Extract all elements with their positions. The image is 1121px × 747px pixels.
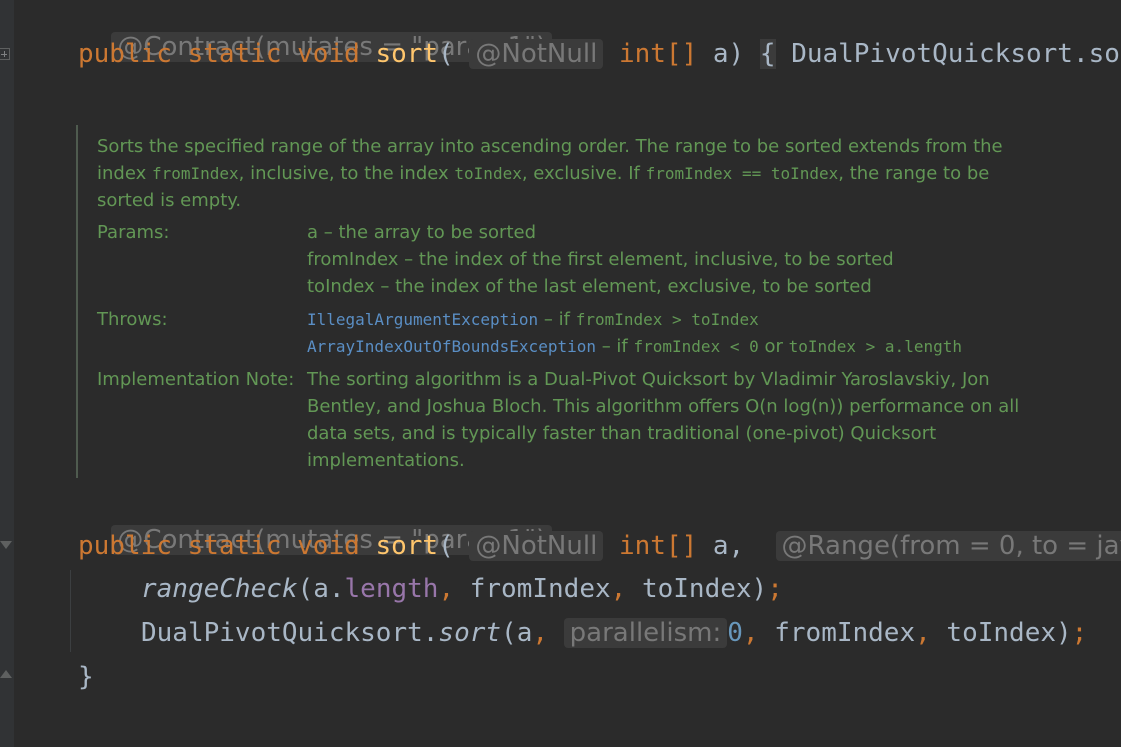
doc-throws-1: IllegalArgumentException – if fromIndex … xyxy=(307,309,759,330)
indent-guide xyxy=(70,570,71,652)
param-name: a) xyxy=(712,39,745,69)
doc-code: fromIndex == toIndex xyxy=(645,164,839,183)
field-length: length xyxy=(344,574,439,604)
editor-gutter xyxy=(0,0,14,747)
paren-open: ( xyxy=(438,39,454,69)
paren-open: ( xyxy=(438,531,454,561)
inlay-hint-notnull: @NotNull xyxy=(469,39,604,69)
folded-body[interactable]: DualPivotQuicksort.so xyxy=(791,39,1120,69)
doc-impl-note-label: Implementation Note: xyxy=(97,369,295,390)
folded-brace[interactable]: { xyxy=(759,39,776,69)
inlay-hint-parallelism: parallelism: xyxy=(563,618,728,648)
method-name[interactable]: sort xyxy=(375,39,438,69)
doc-params-label: Params: xyxy=(97,222,170,243)
doc-throws-label: Throws: xyxy=(97,309,168,330)
param-type: int[] xyxy=(618,39,698,69)
method-name[interactable]: sort xyxy=(375,531,438,561)
keyword-static: static xyxy=(187,39,282,69)
doc-code: toIndex > a.length xyxy=(788,337,962,356)
param-name: a, xyxy=(712,531,745,561)
keyword-public: public xyxy=(78,531,172,561)
fold-end-icon[interactable] xyxy=(0,668,12,678)
method-call-rangecheck[interactable]: rangeCheck xyxy=(141,574,298,604)
keyword-void: void xyxy=(297,531,360,561)
method-call-sort[interactable]: sort xyxy=(438,618,501,648)
fold-collapse-icon[interactable] xyxy=(0,541,12,551)
number-literal: 0 xyxy=(727,618,743,648)
code-line-quicksort-call[interactable]: DualPivotQuicksort.sort(a, parallelism: 0… xyxy=(141,616,1087,650)
param-type: int[] xyxy=(618,531,698,561)
doc-param-toindex: toIndex – the index of the last element,… xyxy=(307,276,872,297)
doc-summary: Sorts the specified range of the array i… xyxy=(97,136,1003,211)
keyword-public: public xyxy=(78,39,172,69)
doc-code: fromIndex xyxy=(151,164,239,183)
doc-code: fromIndex > toIndex xyxy=(575,310,759,329)
closing-brace: } xyxy=(78,662,94,692)
exception-link[interactable]: IllegalArgumentException xyxy=(307,310,538,329)
keyword-void: void xyxy=(297,39,360,69)
fold-expand-icon[interactable] xyxy=(0,48,10,60)
doc-impl-note: The sorting algorithm is a Dual-Pivot Qu… xyxy=(307,369,1020,471)
doc-code: fromIndex < 0 xyxy=(633,337,759,356)
rendered-javadoc: Sorts the specified range of the array i… xyxy=(76,125,1078,478)
method-signature-line[interactable]: public static void sort( @NotNull int[] … xyxy=(78,529,1121,563)
inlay-hint-range: @Range(from = 0, to = jav xyxy=(775,531,1121,561)
code-line-rangecheck[interactable]: rangeCheck(a.length, fromIndex, toIndex)… xyxy=(141,572,783,606)
doc-code: toIndex xyxy=(454,164,522,183)
doc-param-a: a – the array to be sorted xyxy=(307,222,537,243)
doc-param-fromindex: fromIndex – the index of the first eleme… xyxy=(307,249,894,270)
doc-throws-2: ArrayIndexOutOfBoundsException – if from… xyxy=(307,336,962,357)
method-signature-line[interactable]: public static void sort( @NotNull int[] … xyxy=(78,37,1120,71)
exception-link[interactable]: ArrayIndexOutOfBoundsException xyxy=(307,337,596,356)
inlay-hint-notnull: @NotNull xyxy=(469,531,604,561)
keyword-static: static xyxy=(187,531,282,561)
